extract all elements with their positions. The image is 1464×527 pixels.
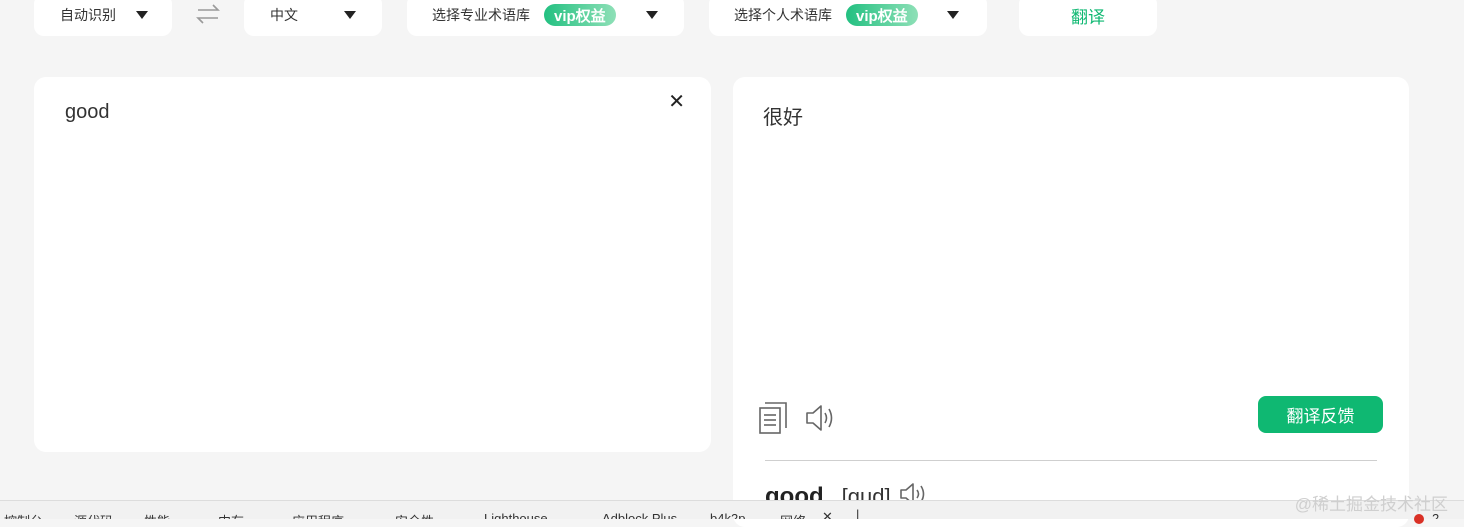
close-tab-icon[interactable]: ✕ (822, 509, 833, 519)
devtools-tab-strip: 控制台 源代码 性能 内存 应用程序 安全性 Lighthouse Adbloc… (0, 500, 1464, 519)
chevron-down-icon (947, 11, 959, 19)
devtools-tab-security[interactable]: 安全性 (395, 511, 434, 519)
target-language-label: 中文 (270, 7, 298, 23)
speaker-icon[interactable] (805, 404, 835, 437)
watermark: @稀土掘金技术社区 (1294, 495, 1448, 514)
chevron-down-icon (136, 11, 148, 19)
swap-languages-icon[interactable] (196, 4, 220, 24)
chevron-down-icon (646, 11, 658, 19)
devtools-tab-application[interactable]: 应用程序 (292, 511, 344, 519)
source-language-label: 自动识别 (60, 7, 116, 23)
pro-glossary-select[interactable]: 选择专业术语库 vip权益 (407, 0, 684, 36)
vip-badge: vip权益 (544, 4, 616, 26)
devtools-tab-network[interactable]: 网络 (780, 511, 806, 519)
personal-glossary-select[interactable]: 选择个人术语库 vip权益 (709, 0, 987, 36)
devtools-tab-sources[interactable]: 源代码 (74, 511, 113, 519)
devtools-tab-console[interactable]: 控制台 (4, 511, 43, 519)
divider (765, 460, 1377, 461)
devtools-tab-memory[interactable]: 内存 (218, 511, 244, 519)
chevron-down-icon (344, 11, 356, 19)
pro-glossary-label: 选择专业术语库 (432, 7, 530, 23)
vip-badge: vip权益 (846, 4, 918, 26)
translation-result-panel: 很好 翻译反馈 good [ɡud] (733, 77, 1409, 527)
personal-glossary-label: 选择个人术语库 (734, 7, 832, 23)
translate-button-label: 翻译 (1071, 7, 1105, 27)
devtools-tab-performance[interactable]: 性能 (144, 511, 170, 519)
tab-divider: | (856, 507, 860, 519)
target-language-select[interactable]: 中文 (244, 0, 382, 36)
source-language-select[interactable]: 自动识别 (34, 0, 172, 36)
devtools-tab-lighthouse[interactable]: Lighthouse (484, 511, 548, 519)
devtools-tab-b4k2p[interactable]: b4k2p (710, 511, 745, 519)
translation-feedback-button[interactable]: 翻译反馈 (1258, 396, 1383, 433)
translate-button[interactable]: 翻译 (1019, 0, 1157, 36)
source-text-input[interactable]: good (65, 101, 110, 124)
source-text-panel[interactable]: good ✕ (34, 77, 711, 452)
devtools-tab-adblock[interactable]: Adblock Plus (602, 511, 677, 519)
clear-text-icon[interactable]: ✕ (668, 89, 685, 114)
error-status-icon (1414, 514, 1424, 524)
translation-result-text: 很好 (763, 107, 803, 129)
copy-icon[interactable] (759, 402, 787, 439)
